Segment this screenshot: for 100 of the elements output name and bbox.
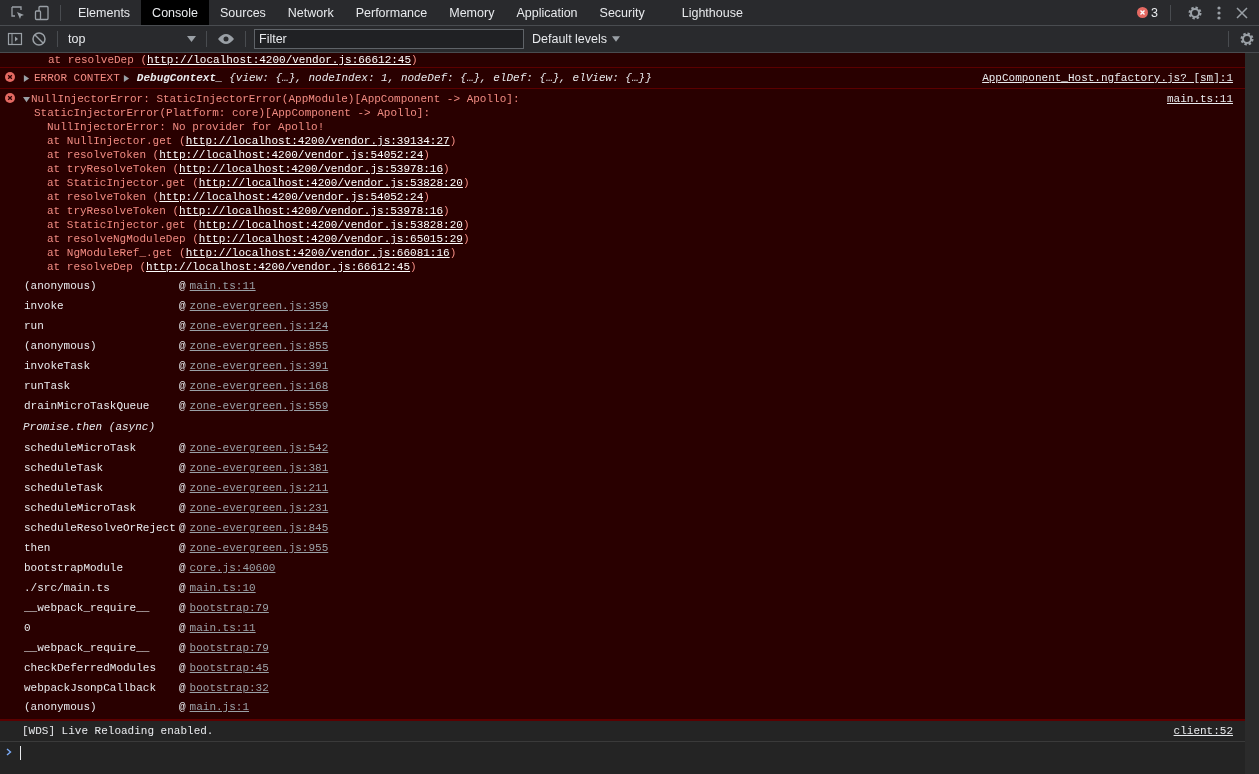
- source-link[interactable]: bootstrap:32: [189, 682, 269, 694]
- source-link[interactable]: bootstrap:79: [189, 602, 269, 614]
- tab[interactable]: Elements: [67, 0, 142, 25]
- scrollbar[interactable]: [1245, 53, 1259, 774]
- tab[interactable]: Console: [141, 0, 209, 25]
- function-name: then: [24, 542, 52, 554]
- at-sign: @: [179, 482, 186, 494]
- source-link[interactable]: zone-evergreen.js:542: [189, 442, 329, 454]
- function-name: scheduleResolveOrReject: [24, 522, 177, 534]
- at-sign: @: [179, 340, 186, 352]
- source-link[interactable]: bootstrap:45: [189, 662, 269, 674]
- filter-field[interactable]: Filter: [254, 29, 524, 49]
- function-name: (anonymous): [24, 701, 98, 713]
- at-sign: @: [179, 522, 186, 534]
- source-link[interactable]: zone-evergreen.js:855: [189, 340, 329, 352]
- at-sign: @: [179, 642, 186, 654]
- function-name: bootstrapModule: [24, 562, 125, 574]
- tab[interactable]: Lighthouse: [655, 0, 754, 25]
- function-name: run: [24, 320, 45, 332]
- error-message-line: NullInjectorError: StaticInjectorError(AppModule)[AppComponent -> Apollo]:: [31, 92, 520, 106]
- function-name: scheduleTask: [24, 462, 105, 474]
- tab[interactable]: Network: [276, 0, 345, 25]
- at-sign: @: [179, 701, 186, 713]
- source-link[interactable]: http://localhost:4200/vendor.js:66612:45: [146, 261, 411, 273]
- caret-icon: [612, 36, 621, 42]
- stack-trace-line: at resolveDep (http://localhost:4200/vendor.js:66612:45): [48, 53, 418, 67]
- at-sign: @: [179, 442, 186, 454]
- collapse-triangle-icon[interactable]: [23, 96, 30, 103]
- at-sign: @: [179, 682, 186, 694]
- source-link[interactable]: zone-evergreen.js:381: [189, 462, 329, 474]
- at-sign: @: [179, 502, 186, 514]
- error-message-line: StaticInjectorError(Platform: core)[AppComponent -> Apollo]:: [34, 106, 432, 120]
- source-link[interactable]: http://localhost:4200/vendor.js:66081:16: [185, 247, 450, 259]
- source-link[interactable]: zone-evergreen.js:559: [189, 400, 329, 412]
- function-name: invoke: [24, 300, 65, 312]
- function-name: scheduleMicroTask: [24, 442, 138, 454]
- source-link[interactable]: main.ts:10: [189, 582, 256, 594]
- function-name: drainMicroTaskQueue: [24, 400, 151, 412]
- function-name: (anonymous): [24, 340, 98, 352]
- tab[interactable]: Performance: [344, 0, 439, 25]
- source-link[interactable]: main.ts:11: [1167, 89, 1233, 105]
- function-name: webpackJsonpCallback: [24, 682, 158, 694]
- caret-icon: [187, 36, 196, 42]
- function-name: invokeTask: [24, 360, 91, 372]
- source-link[interactable]: main.ts:11: [189, 280, 256, 292]
- function-name: runTask: [24, 380, 72, 392]
- source-link[interactable]: http://localhost:4200/vendor.js:53828:20: [198, 177, 463, 189]
- tab[interactable]: Memory: [438, 0, 506, 25]
- tab[interactable]: Application: [505, 0, 589, 25]
- source-link[interactable]: main.ts:11: [189, 622, 256, 634]
- expand-triangle-icon[interactable]: [122, 74, 130, 82]
- expand-triangle-icon[interactable]: [23, 74, 30, 82]
- tab[interactable]: Sources: [209, 0, 277, 25]
- error-count-badge[interactable]: 3: [1137, 5, 1158, 20]
- source-link[interactable]: core.js:40600: [189, 562, 276, 574]
- at-sign: @: [179, 360, 186, 372]
- source-link[interactable]: http://localhost:4200/vendor.js:53828:20: [198, 219, 463, 231]
- source-link[interactable]: zone-evergreen.js:391: [189, 360, 329, 372]
- object-preview: DebugContext_ {view: {…}, nodeIndex: 1, nodeDef: {…}, elDef: {…}, elView: {…}}: [136, 72, 652, 84]
- source-link[interactable]: http://localhost:4200/vendor.js:53978:16: [179, 163, 444, 175]
- source-link[interactable]: zone-evergreen.js:845: [189, 522, 329, 534]
- source-link[interactable]: bootstrap:79: [189, 642, 269, 654]
- source-link[interactable]: zone-evergreen.js:124: [189, 320, 329, 332]
- at-sign: @: [179, 300, 186, 312]
- source-link[interactable]: client:52: [1173, 725, 1233, 737]
- error-icon: [5, 72, 15, 82]
- at-sign: @: [179, 462, 186, 474]
- source-link[interactable]: http://localhost:4200/vendor.js:53978:16: [179, 205, 444, 217]
- source-link[interactable]: AppComponent_Host.ngfactory.js? [sm]:1: [982, 68, 1233, 84]
- stack-trace-line: at resolveToken (http://localhost:4200/vendor.js:54052:24): [47, 148, 431, 162]
- stack-trace-line: at NullInjector.get (http://localhost:4200/vendor.js:39134:27): [47, 134, 458, 148]
- source-link[interactable]: zone-evergreen.js:955: [189, 542, 329, 554]
- at-sign: @: [179, 562, 186, 574]
- source-link[interactable]: http://localhost:4200/vendor.js:65015:29: [198, 233, 463, 245]
- source-link[interactable]: http://localhost:4200/vendor.js:54052:24: [159, 149, 424, 161]
- function-name: __webpack_require__: [24, 642, 151, 654]
- source-link[interactable]: http://localhost:4200/vendor.js:39134:27: [185, 135, 450, 147]
- source-link[interactable]: zone-evergreen.js:168: [189, 380, 329, 392]
- context-select[interactable]: top: [64, 32, 200, 46]
- at-sign: @: [179, 280, 186, 292]
- source-link[interactable]: main.js:1: [189, 701, 250, 713]
- source-link[interactable]: zone-evergreen.js:231: [189, 502, 329, 514]
- stack-trace-line: at resolveToken (http://localhost:4200/vendor.js:54052:24): [47, 190, 431, 204]
- source-link[interactable]: http://localhost:4200/vendor.js:54052:24: [159, 191, 424, 203]
- source-link[interactable]: zone-evergreen.js:211: [189, 482, 329, 494]
- source-link[interactable]: http://localhost:4200/vendor.js:66612:45: [147, 54, 412, 66]
- stack-trace-line: at resolveDep (http://localhost:4200/vendor.js:66612:45): [47, 260, 418, 274]
- function-name: (anonymous): [24, 280, 98, 292]
- at-sign: @: [179, 380, 186, 392]
- stack-trace-line: at tryResolveToken (http://localhost:4200/vendor.js:53978:16): [47, 162, 451, 176]
- stack-trace-line: at StaticInjector.get (http://localhost:4200/vendor.js:53828:20): [47, 176, 471, 190]
- source-link[interactable]: zone-evergreen.js:359: [189, 300, 329, 312]
- function-name: checkDeferredModules: [24, 662, 158, 674]
- levels-dropdown[interactable]: Default levels: [532, 32, 621, 46]
- stack-trace-line: at StaticInjector.get (http://localhost:4200/vendor.js:53828:20): [47, 218, 471, 232]
- tab[interactable]: Security: [588, 0, 656, 25]
- stack-trace-line: at tryResolveToken (http://localhost:4200/vendor.js:53978:16): [47, 204, 451, 218]
- at-sign: @: [179, 582, 186, 594]
- error-label: ERROR CONTEXT: [34, 72, 120, 84]
- at-sign: @: [179, 602, 186, 614]
